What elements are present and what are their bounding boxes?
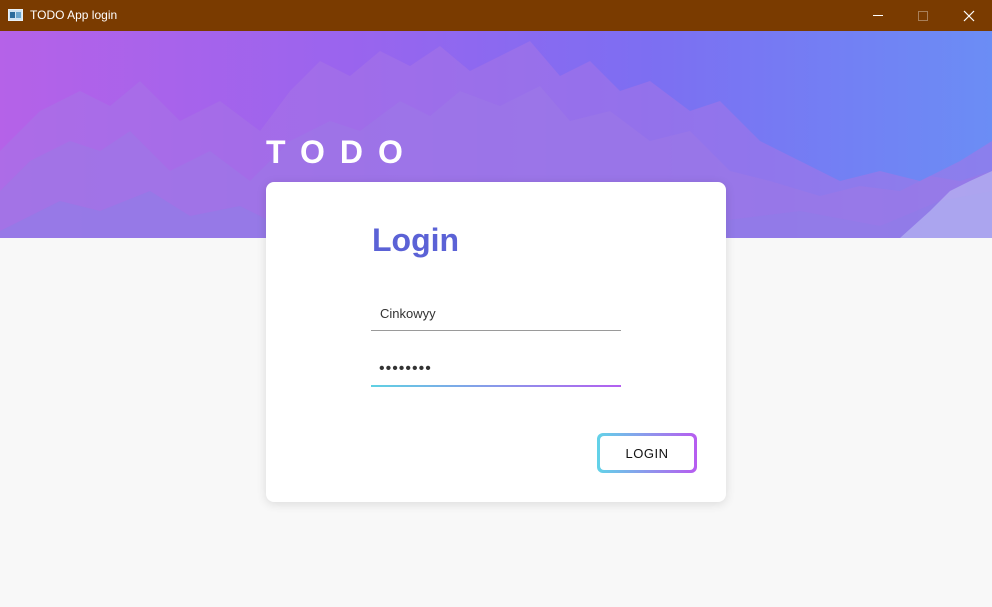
close-icon: [963, 10, 975, 21]
window-title: TODO App login: [30, 8, 118, 22]
login-title: Login: [372, 222, 460, 258]
maximize-icon: [918, 10, 928, 21]
login-card: Login LOGIN: [266, 182, 726, 502]
title-bar: TODO App login: [0, 0, 992, 31]
login-button[interactable]: LOGIN: [597, 433, 697, 473]
password-field: [371, 352, 621, 387]
minimize-icon: [873, 15, 883, 16]
username-input[interactable]: [371, 296, 621, 331]
password-focus-underline: [371, 385, 621, 387]
login-button-label: LOGIN: [600, 436, 694, 470]
brand-logo: TODO: [266, 134, 418, 170]
app-icon: [8, 9, 23, 21]
maximize-button[interactable]: [900, 0, 946, 31]
minimize-button[interactable]: [855, 0, 901, 31]
close-button[interactable]: [946, 0, 992, 31]
password-input[interactable]: [371, 352, 621, 385]
